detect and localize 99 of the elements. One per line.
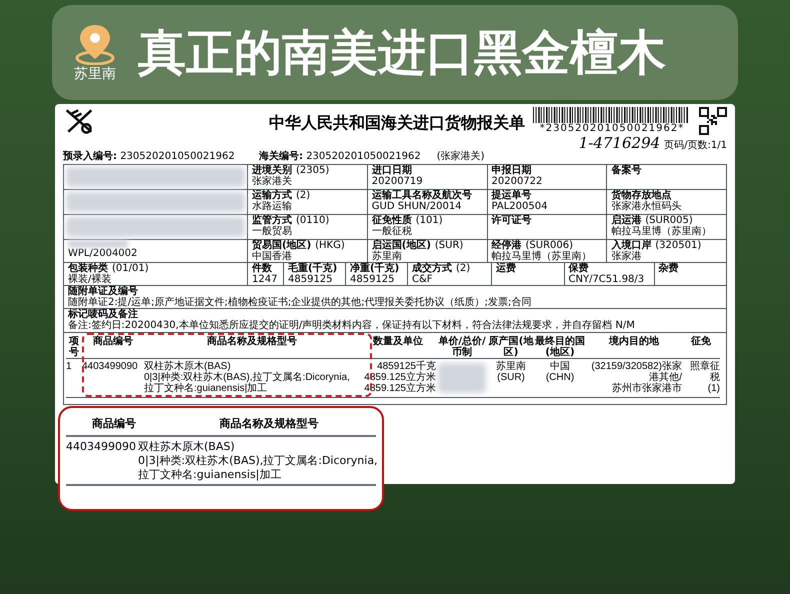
field-value: 张家港: [611, 251, 642, 262]
field-code: (2): [456, 263, 470, 274]
location-label: 苏里南: [74, 64, 116, 82]
field-label: 监管方式: [252, 215, 292, 226]
field-value: GUD SHUN/20014: [372, 201, 463, 212]
field-label: 贸易国(地区): [252, 240, 312, 251]
column-header: 商品名称及规格型号: [206, 336, 298, 349]
goods-text: (1): [708, 383, 720, 394]
field-label: 货物存放地点: [611, 190, 672, 201]
column-header: 境内目的地: [608, 336, 660, 349]
field-code: (320501): [655, 240, 702, 251]
goods-name-text: 拉丁文种名:guianensis|加工: [138, 468, 282, 482]
field-value: CNY/7C51.98/3: [568, 274, 646, 285]
field-value: 中国香港: [252, 251, 293, 262]
goods-text: 照章征税: [689, 361, 720, 383]
field-value: 张家港永恒码头: [611, 201, 682, 212]
field-label: 保费: [568, 263, 588, 274]
goods-text: 双柱苏木原木(BAS): [144, 361, 231, 372]
attachments-text: 随附单证2:提/运单;原产地证据文件;植物检疫证书;企业提供的其他;代理报关委托协议（纸质）;发票;合同: [68, 297, 532, 308]
goods-text: 拉丁文种名:guianensis|加工: [144, 383, 268, 394]
field-label: 征免性质: [372, 215, 412, 226]
barcode-number: *230520201050021962*: [540, 123, 684, 134]
goods-text: 0|3|种类:双柱苏木(BAS),拉丁文属名:Dicorynia,: [144, 372, 350, 383]
field-code: (2): [296, 190, 310, 201]
field-label: 件数: [252, 263, 272, 274]
goods-text: 4859125千克: [377, 361, 436, 372]
pre-entry-number: 预录入编号: 230520201050021962: [63, 151, 236, 162]
field-label: 备案号: [611, 165, 642, 176]
field-value: C&F: [412, 274, 434, 285]
field-label: 申报日期: [492, 165, 532, 176]
field-label: 提运单号: [492, 190, 532, 201]
field-code: (2305): [296, 165, 330, 176]
goods-text: (SUR): [497, 372, 525, 383]
column-header: 商品编号: [92, 336, 134, 349]
remarks-text: 备注:签约日:20200430,本单位知悉所应提交的证明/声明类材料内容，保证持有以下材料，符合法律法规要求，并自存留档 N/M: [68, 320, 636, 331]
goods-text: 4403499090: [82, 361, 138, 372]
field-label: 毛重(千克): [288, 263, 338, 274]
field-value: 帕拉马里博（苏里南）: [492, 251, 592, 262]
field-label: 杂费: [658, 263, 678, 274]
goods-text: 中国: [550, 361, 570, 372]
page-info: 页码/页数:1/1: [664, 140, 727, 151]
field-code: (101): [416, 215, 443, 226]
field-code: (SUR006): [526, 240, 574, 251]
field-value: 4859125: [288, 274, 334, 285]
field-value: 1247: [252, 274, 278, 285]
goods-text: 苏里南: [496, 361, 526, 372]
goods-text: (32159/320582)张家港其他/: [590, 361, 682, 383]
field-value: 裸装/裸装: [68, 274, 112, 285]
column-header: 原产国(地区): [488, 336, 534, 358]
column-header: 单价/总价/币制: [437, 336, 487, 358]
goods-name-text: 双柱苏木原木(BAS): [138, 440, 236, 454]
field-value: 4859125: [350, 274, 396, 285]
field-label: 进口日期: [372, 165, 412, 176]
field-value: 帕拉马里博（苏里南）: [611, 226, 712, 237]
field-label: 包装种类: [68, 263, 108, 274]
field-value: 20200722: [492, 176, 544, 187]
field-label: 经停港: [492, 240, 522, 251]
field-label: 运输工具名称及航次号: [372, 190, 472, 201]
field-code: (0110): [296, 215, 330, 226]
headline: 真正的南美进口黑金檀木: [138, 28, 666, 76]
field-value: 张家港关: [252, 176, 293, 187]
field-value: 一般征税: [372, 226, 413, 237]
field-label: 启运港: [611, 215, 642, 226]
column-header: 项号: [68, 336, 80, 358]
column-header: 征免: [690, 336, 712, 349]
goods-name-text: 0|3|种类:双柱苏木(BAS),拉丁文属名:Dicorynia,: [138, 454, 378, 468]
section-label: 标记唛码及备注: [68, 309, 139, 320]
column-header: 商品名称及规格型号: [218, 416, 320, 432]
field-label: 运输方式: [252, 190, 292, 201]
field-code: (SUR005): [645, 215, 693, 226]
field-label: 许可证号: [492, 215, 532, 226]
column-header: 数量及单位: [372, 336, 424, 349]
goods-text: 1: [66, 361, 72, 372]
field-code: (SUR): [434, 240, 464, 251]
field-code: (01/01): [112, 263, 149, 274]
field-code: (HKG): [315, 240, 345, 251]
field-value: PAL200504: [492, 201, 548, 212]
document-title: 中华人民共和国海关进口货物报关单: [269, 112, 525, 134]
hs-code: 4403499090: [66, 440, 136, 454]
goods-text: 4859.125立方米: [364, 383, 436, 394]
handwritten-note: 1-4716294: [578, 136, 660, 151]
customs-office: (张家港关): [436, 151, 485, 162]
field-label: 进境关别: [252, 165, 292, 176]
goods-text: 苏州市张家港市: [612, 383, 682, 394]
column-header: 最终目的国(地区): [534, 336, 586, 358]
field-label: 入境口岸: [611, 240, 652, 251]
section-label: 随附单证及编号: [68, 286, 138, 297]
column-header: 商品编号: [91, 416, 137, 432]
field-value: 一般贸易: [252, 226, 293, 237]
field-label: 净重(千克): [350, 263, 400, 274]
field-label: 成交方式: [412, 263, 452, 274]
field-value: 苏里南: [372, 251, 403, 262]
field-value: 20200719: [372, 176, 424, 187]
goods-text: (CHN): [546, 372, 574, 383]
field-value: WPL/2004002: [68, 248, 138, 259]
field-label: 运费: [496, 263, 516, 274]
customs-number: 海关编号: 230520201050021962: [259, 151, 421, 162]
field-value: 水路运输: [252, 201, 293, 212]
field-label: 启运国(地区): [372, 240, 431, 251]
